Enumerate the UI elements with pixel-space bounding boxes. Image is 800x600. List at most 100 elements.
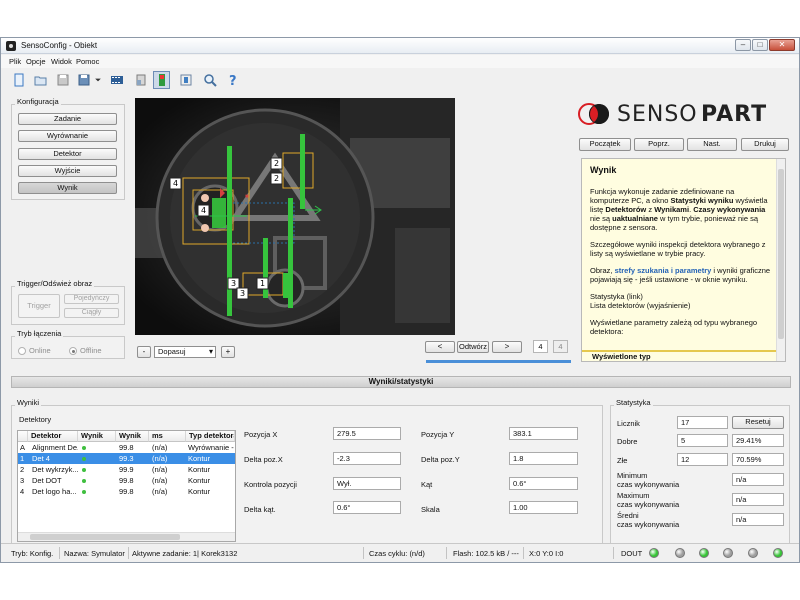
help-print-button[interactable]: Drukuj (741, 138, 789, 151)
detector-button[interactable]: Detektor (18, 148, 117, 160)
status-coordinates: X:0 Y:0 I:0 (529, 549, 564, 558)
new-file-icon[interactable] (10, 71, 27, 89)
delta-x-field[interactable]: -2.3 (333, 452, 401, 465)
result-button[interactable]: Wynik (18, 182, 117, 194)
col-header-result-value[interactable]: Wynik (116, 431, 149, 442)
help-prev-button[interactable]: Poprz. (634, 138, 684, 151)
table-row[interactable]: 3 Det DOT 99.8 (n/a) Kontur (18, 475, 235, 486)
trigger-button[interactable]: Trigger (18, 294, 60, 318)
position-control-field[interactable]: Wył. (333, 477, 401, 490)
settings-icon[interactable] (177, 71, 194, 89)
output-led-5 (748, 548, 758, 558)
zoom-icon[interactable] (201, 71, 218, 89)
online-radio[interactable]: Online (18, 346, 51, 355)
help-scrollbar[interactable] (776, 159, 785, 361)
pos-x-field[interactable]: 279.5 (333, 427, 401, 440)
help-paragraph-1: Funkcja wykonuje zadanie zdefiniowane na… (590, 187, 768, 232)
max-time-field[interactable]: n/a (732, 493, 784, 506)
scale-field[interactable]: 1.00 (509, 501, 578, 514)
counter-field[interactable]: 17 (677, 416, 728, 429)
maximize-button[interactable]: □ (752, 39, 768, 51)
help-icon[interactable]: ? (224, 71, 241, 89)
delta-y-label: Delta poz.Y (421, 455, 460, 464)
bad-percent-field[interactable]: 70.59% (732, 453, 784, 466)
table-row[interactable]: 4 Det logo ha... 99.8 (n/a) Kontur (18, 486, 235, 497)
next-image-button[interactable]: > (492, 341, 522, 353)
status-active-task: Aktywne zadanie: 1| Korek3132 (132, 549, 238, 558)
status-cycle-time: Czas cyklu: (n/d) (369, 549, 425, 558)
angle-field[interactable]: 0.6° (509, 477, 578, 490)
help-paragraph-5: Wyświetlane parametry zależą od typu wyb… (590, 318, 758, 336)
offline-radio[interactable]: Offline (69, 346, 102, 355)
angle-label: Kąt (421, 480, 433, 489)
help-title: Wynik (590, 165, 617, 175)
sensor-mode-icon[interactable] (153, 71, 170, 89)
avg-time-field[interactable]: n/a (732, 513, 784, 526)
help-panel[interactable]: Wynik Funkcja wykonuje zadanie zdefiniow… (581, 158, 786, 362)
table-row[interactable]: 1 Det 4 99.3 (n/a) Kontur (18, 453, 235, 464)
table-row[interactable]: 2 Det wykrzyk... 99.9 (n/a) Kontur (18, 464, 235, 475)
minimize-button[interactable]: – (735, 39, 751, 51)
camera-upload-icon[interactable] (132, 71, 149, 89)
good-label: Dobre (617, 437, 638, 446)
ok-status-icon (82, 457, 86, 461)
alignment-button[interactable]: Wyrównanie (18, 130, 117, 142)
status-dout-label: DOUT (621, 549, 643, 558)
logo-text-part: PART (701, 102, 768, 127)
zoom-out-button[interactable]: - (137, 346, 151, 358)
col-header-detector[interactable]: Detektor (28, 431, 78, 442)
status-bar: Tryb: Konfig. Nazwa: Symulator Aktywne z… (1, 543, 799, 562)
menu-help[interactable]: Pomoc (76, 57, 99, 66)
detectors-table[interactable]: Detektor Wynik Wynik ms Typ detektora A … (17, 430, 236, 542)
scale-label: Skala (421, 505, 440, 514)
save-as-icon[interactable] (76, 71, 93, 89)
bad-count-field[interactable]: 12 (677, 453, 728, 466)
status-mode: Tryb: Konfig. (11, 549, 54, 558)
camera-image[interactable]: ■ 4 4 2 2 3 1 3 (135, 98, 455, 335)
chevron-down-icon[interactable] (93, 71, 103, 89)
good-count-field[interactable]: 5 (677, 434, 728, 447)
close-button[interactable]: ✕ (769, 39, 795, 51)
connection-group-title: Tryb łączenia (15, 329, 64, 338)
table-horizontal-scrollbar[interactable] (18, 532, 235, 541)
help-paragraph-3: Obraz, strefy szukania i parametry i wyn… (590, 266, 771, 284)
results-group-title: Wyniki (15, 398, 42, 407)
delta-angle-field[interactable]: 0.6° (333, 501, 401, 514)
min-time-field[interactable]: n/a (732, 473, 784, 486)
open-folder-icon[interactable] (32, 71, 49, 89)
sensopart-logo: SENSO PART (577, 101, 777, 127)
trigger-group-title: Trigger/Odśwież obraz (15, 279, 95, 288)
menu-options[interactable]: Opcje (26, 57, 46, 66)
menu-view[interactable]: Widok (51, 57, 72, 66)
pos-y-field[interactable]: 383.1 (509, 427, 578, 440)
good-percent-field[interactable]: 29.41% (732, 434, 784, 447)
zoom-select[interactable]: Dopasuj (154, 346, 216, 358)
single-button[interactable]: Pojedyńczy (64, 294, 119, 304)
status-flash: Flash: 102.5 kB / --- (453, 549, 519, 558)
zoom-in-button[interactable]: + (221, 346, 235, 358)
play-button[interactable]: Odtwórz (457, 341, 489, 353)
col-header-type[interactable]: Typ detektora (186, 431, 235, 442)
ok-status-icon (82, 468, 86, 472)
film-icon[interactable] (108, 71, 125, 89)
col-header-result-status[interactable]: Wynik (78, 431, 116, 442)
save-icon[interactable] (54, 71, 71, 89)
image-index: 4 (533, 340, 548, 353)
table-row[interactable]: A Alignment De... 99.8 (n/a) Wyrównanie … (18, 442, 235, 453)
help-next-button[interactable]: Nast. (687, 138, 737, 151)
menu-file[interactable]: Plik (9, 57, 21, 66)
config-group-title: Konfiguracja (15, 97, 61, 106)
output-button[interactable]: Wyjście (18, 165, 117, 177)
reset-button[interactable]: Resetuj (732, 416, 784, 429)
offline-label: Offline (80, 346, 102, 355)
toolbar: ? (1, 68, 799, 92)
task-button[interactable]: Zadanie (18, 113, 117, 125)
prev-image-button[interactable]: < (425, 341, 455, 353)
col-header-ms[interactable]: ms (149, 431, 186, 442)
bad-label: Złe (617, 456, 628, 465)
help-home-button[interactable]: Początek (579, 138, 631, 151)
continuous-button[interactable]: Ciągły (64, 308, 119, 318)
help-link-search-zones[interactable]: strefy szukania i parametry (615, 266, 712, 275)
delta-y-field[interactable]: 1.8 (509, 452, 578, 465)
help-paragraph-4: Statystyka (link) Lista detektorów (wyjaś… (590, 292, 691, 310)
